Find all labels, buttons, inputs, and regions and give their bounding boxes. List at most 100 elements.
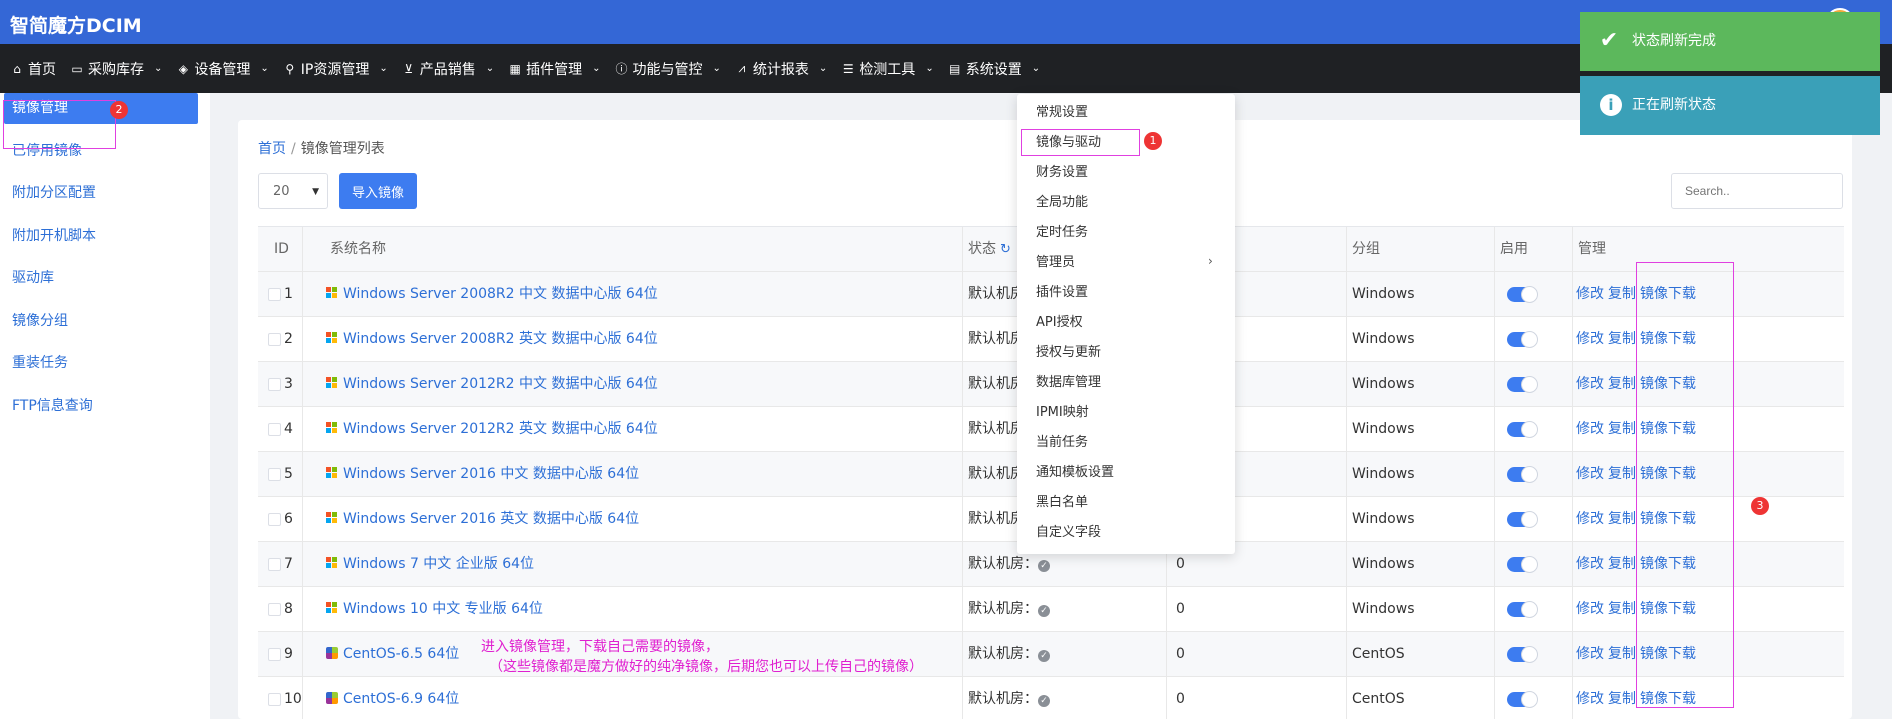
edit-link[interactable]: 修改 [1576, 331, 1604, 347]
edit-link[interactable]: 修改 [1576, 376, 1604, 392]
row-checkbox[interactable] [268, 423, 281, 436]
image-name-link[interactable]: Windows Server 2008R2 英文 数据中心版 64位 [343, 331, 658, 347]
row-checkbox[interactable] [268, 558, 281, 571]
edit-link[interactable]: 修改 [1576, 601, 1604, 617]
sidebar-item-6[interactable]: 重装任务 [4, 348, 198, 379]
sidebar-item-7[interactable]: FTP信息查询 [4, 391, 198, 422]
enable-toggle[interactable] [1507, 376, 1538, 393]
row-group: Windows [1352, 466, 1415, 482]
edit-link[interactable]: 修改 [1576, 691, 1604, 707]
column-divider [1494, 317, 1495, 362]
enable-toggle[interactable] [1507, 331, 1538, 348]
image-name-link[interactable]: Windows Server 2008R2 中文 数据中心版 64位 [343, 286, 658, 302]
sidebar-item-3[interactable]: 附加开机脚本 [4, 221, 198, 252]
dropdown-item-11[interactable]: 当前任务 [1036, 432, 1088, 454]
copy-link[interactable]: 复制 [1608, 466, 1636, 482]
enable-toggle[interactable] [1507, 691, 1538, 708]
nav-item-4[interactable]: ⊻ 产品销售 ⌄ [400, 59, 502, 79]
image-name-link[interactable]: Windows Server 2016 英文 数据中心版 64位 [343, 511, 639, 527]
breadcrumb-home-link[interactable]: 首页 [258, 141, 286, 157]
dropdown-item-7[interactable]: API授权 [1036, 312, 1083, 334]
image-name-link[interactable]: CentOS-6.9 64位 [343, 691, 459, 707]
row-name-cell: Windows Server 2008R2 中文 数据中心版 64位 [326, 272, 658, 317]
row-checkbox[interactable] [268, 468, 281, 481]
copy-link[interactable]: 复制 [1608, 646, 1636, 662]
copy-link[interactable]: 复制 [1608, 421, 1636, 437]
enable-toggle[interactable] [1507, 511, 1538, 528]
enable-toggle[interactable] [1507, 556, 1538, 573]
dropdown-item-5[interactable]: 管理员 [1036, 252, 1075, 274]
edit-link[interactable]: 修改 [1576, 421, 1604, 437]
annotation-badge-3: 3 [1751, 497, 1769, 515]
dropdown-item-4[interactable]: 定时任务 [1036, 222, 1088, 244]
copy-link[interactable]: 复制 [1608, 601, 1636, 617]
dropdown-item-8[interactable]: 授权与更新 [1036, 342, 1101, 364]
dropdown-item-12[interactable]: 通知模板设置 [1036, 462, 1114, 484]
header-group[interactable]: 分组 [1352, 227, 1380, 272]
dropdown-item-0[interactable]: 常规设置 [1036, 102, 1088, 124]
row-checkbox[interactable] [268, 693, 281, 706]
dropdown-item-10[interactable]: IPMI映射 [1036, 402, 1089, 424]
enable-toggle[interactable] [1507, 466, 1538, 483]
enable-toggle[interactable] [1507, 286, 1538, 303]
sidebar-item-5[interactable]: 镜像分组 [4, 306, 198, 337]
enable-toggle[interactable] [1507, 646, 1538, 663]
toast-info[interactable]: i 正在刷新状态 [1580, 76, 1880, 135]
header-id[interactable]: ID [274, 227, 289, 272]
nav-item-6[interactable]: ⓘ 功能与管控 ⌄ [613, 59, 729, 79]
enable-toggle[interactable] [1507, 421, 1538, 438]
row-checkbox[interactable] [268, 513, 281, 526]
dropdown-item-2[interactable]: 财务设置 [1036, 162, 1088, 184]
row-checkbox[interactable] [268, 603, 281, 616]
import-image-button[interactable]: 导入镜像 [339, 173, 417, 209]
app-logo-text[interactable]: 智简魔方DCIM [10, 11, 142, 38]
edit-link[interactable]: 修改 [1576, 646, 1604, 662]
nav-item-2[interactable]: ◈ 设备管理 ⌄ [174, 59, 276, 79]
row-checkbox[interactable] [268, 378, 281, 391]
image-name-link[interactable]: Windows Server 2016 中文 数据中心版 64位 [343, 466, 639, 482]
dropdown-item-13[interactable]: 黑白名单 [1036, 492, 1088, 514]
row-checkbox[interactable] [268, 333, 281, 346]
row-checkbox[interactable] [268, 288, 281, 301]
refresh-icon[interactable]: ↻ [1000, 242, 1011, 257]
dropdown-item-3[interactable]: 全局功能 [1036, 192, 1088, 214]
copy-link[interactable]: 复制 [1608, 331, 1636, 347]
toast-success[interactable]: ✔ 状态刷新完成 [1580, 12, 1880, 71]
copy-link[interactable]: 复制 [1608, 376, 1636, 392]
sidebar-item-4[interactable]: 驱动库 [4, 263, 198, 294]
edit-link[interactable]: 修改 [1576, 286, 1604, 302]
search-input[interactable] [1671, 173, 1843, 209]
copy-link[interactable]: 复制 [1608, 556, 1636, 572]
row-name-cell: Windows Server 2016 英文 数据中心版 64位 [326, 497, 639, 542]
dropdown-item-14[interactable]: 自定义字段 [1036, 522, 1101, 544]
column-divider [302, 407, 303, 452]
nav-item-1[interactable]: ▭ 采购库存 ⌄ [68, 59, 170, 79]
image-name-link[interactable]: Windows Server 2012R2 英文 数据中心版 64位 [343, 421, 658, 437]
image-name-link[interactable]: Windows 7 中文 企业版 64位 [343, 556, 534, 572]
location-icon: ⚲ [285, 61, 295, 76]
dropdown-item-9[interactable]: 数据库管理 [1036, 372, 1101, 394]
sidebar-item-2[interactable]: 附加分区配置 [4, 178, 198, 209]
row-id: 6 [284, 511, 293, 527]
image-name-link[interactable]: Windows 10 中文 专业版 64位 [343, 601, 543, 617]
page-size-select[interactable]: 20 ▼ [258, 173, 328, 209]
image-name-link[interactable]: CentOS-6.5 64位 [343, 646, 459, 662]
header-status[interactable]: 状态 ↻ [968, 227, 1011, 272]
nav-item-5[interactable]: ▦ 插件管理 ⌄ [506, 59, 608, 79]
edit-link[interactable]: 修改 [1576, 466, 1604, 482]
edit-link[interactable]: 修改 [1576, 556, 1604, 572]
nav-item-3[interactable]: ⚲ IP资源管理 ⌄ [281, 59, 396, 79]
nav-item-7[interactable]: ⩘ 统计报表 ⌄ [733, 59, 835, 79]
nav-item-9[interactable]: ▤ 系统设置 ⌄ [946, 59, 1048, 79]
image-name-link[interactable]: Windows Server 2012R2 中文 数据中心版 64位 [343, 376, 658, 392]
copy-link[interactable]: 复制 [1608, 691, 1636, 707]
row-checkbox[interactable] [268, 648, 281, 661]
edit-link[interactable]: 修改 [1576, 511, 1604, 527]
nav-item-0[interactable]: ⌂ 首页 [8, 59, 64, 79]
copy-link[interactable]: 复制 [1608, 286, 1636, 302]
header-name[interactable]: 系统名称 [330, 227, 386, 272]
nav-item-8[interactable]: ☰ 检测工具 ⌄ [839, 59, 941, 79]
dropdown-item-6[interactable]: 插件设置 [1036, 282, 1088, 304]
enable-toggle[interactable] [1507, 601, 1538, 618]
copy-link[interactable]: 复制 [1608, 511, 1636, 527]
